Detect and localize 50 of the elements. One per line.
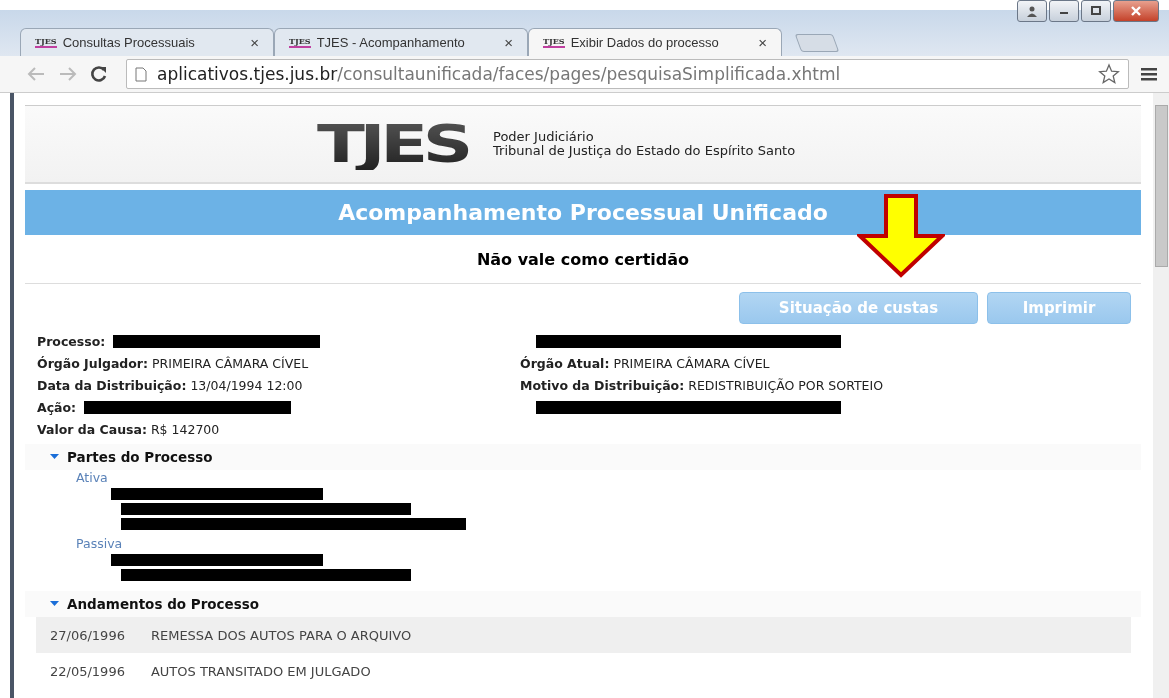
field-label: Órgão Julgador:: [37, 355, 149, 371]
section-header[interactable]: Andamentos do Processo: [25, 591, 1141, 617]
minimize-button[interactable]: [1049, 0, 1079, 22]
menu-icon[interactable]: [1141, 67, 1157, 81]
table-cell: AUTOS TRANSITADO EM JULGADO: [150, 663, 371, 679]
browser-tab[interactable]: TJES Exibir Dados do processo ×: [528, 28, 782, 56]
table-cell: 22/05/1996: [50, 663, 125, 679]
party-role: Passiva: [76, 536, 124, 552]
field-label: Ação:: [37, 399, 77, 415]
caret-icon: [50, 601, 59, 607]
scrollbar-thumb[interactable]: [1154, 105, 1168, 267]
field-label: Data da Distribuição:: [37, 377, 187, 393]
field-label: Valor da Causa:: [37, 421, 147, 437]
party-role: Ativa: [76, 470, 109, 486]
notice-text: Não vale como certidão: [25, 235, 1141, 284]
reload-icon[interactable]: [90, 65, 108, 83]
section-header[interactable]: Partes do Processo: [25, 444, 1141, 470]
field-label: Processo:: [37, 333, 106, 349]
field-value: REDISTRIBUIÇÃO POR SORTEIO: [688, 377, 883, 393]
court-name: Tribunal de Justiça do Estado do Espírito Santo: [493, 144, 796, 158]
close-button[interactable]: [1113, 0, 1159, 22]
browser-tab[interactable]: TJES TJES - Acompanhamento ×: [274, 28, 528, 56]
star-icon[interactable]: [1098, 63, 1120, 85]
table-cell: REMESSA DOS AUTOS PARA O ARQUIVO: [150, 627, 412, 643]
title-banner: Acompanhamento Processual Unificado: [25, 190, 1141, 235]
field-value: PRIMEIRA CÂMARA CÍVEL: [613, 355, 770, 371]
url-text: aplicativos.tjes.jus.br/consultaunificada/faces/pages/pesquisaSimplificada.xhtml: [157, 64, 842, 84]
page-icon: [135, 66, 147, 82]
tab-title: TJES - Acompanhamento: [316, 35, 466, 50]
tab-title: Consultas Processuais: [62, 35, 196, 50]
close-icon: [1130, 5, 1142, 17]
maximize-icon: [1091, 6, 1101, 16]
scrollbar[interactable]: [1153, 93, 1169, 698]
address-bar[interactable]: aplicativos.tjes.jus.br/consultaunificada/faces/pages/pesquisaSimplificada.xhtml: [126, 59, 1129, 89]
browser-tab[interactable]: TJES Consultas Processuais ×: [20, 28, 274, 56]
user-button[interactable]: [1017, 0, 1047, 22]
organization-name: Poder Judiciário: [493, 130, 595, 144]
field-value: 13/04/1994 12:00: [190, 377, 303, 393]
field-value: R$ 142700: [150, 421, 220, 437]
tab-title: Exibir Dados do processo: [570, 35, 720, 50]
table-cell: 27/06/1996: [50, 627, 125, 643]
field-value: PRIMEIRA CÂMARA CÍVEL: [152, 355, 309, 371]
close-icon[interactable]: ×: [504, 34, 513, 51]
close-icon[interactable]: ×: [250, 34, 259, 51]
field-label: Órgão Atual:: [520, 355, 610, 371]
maximize-button[interactable]: [1081, 0, 1111, 22]
field-label: Motivo da Distribuição:: [520, 377, 685, 393]
caret-icon: [50, 454, 59, 460]
user-icon: [1026, 5, 1038, 17]
close-icon[interactable]: ×: [758, 34, 767, 51]
